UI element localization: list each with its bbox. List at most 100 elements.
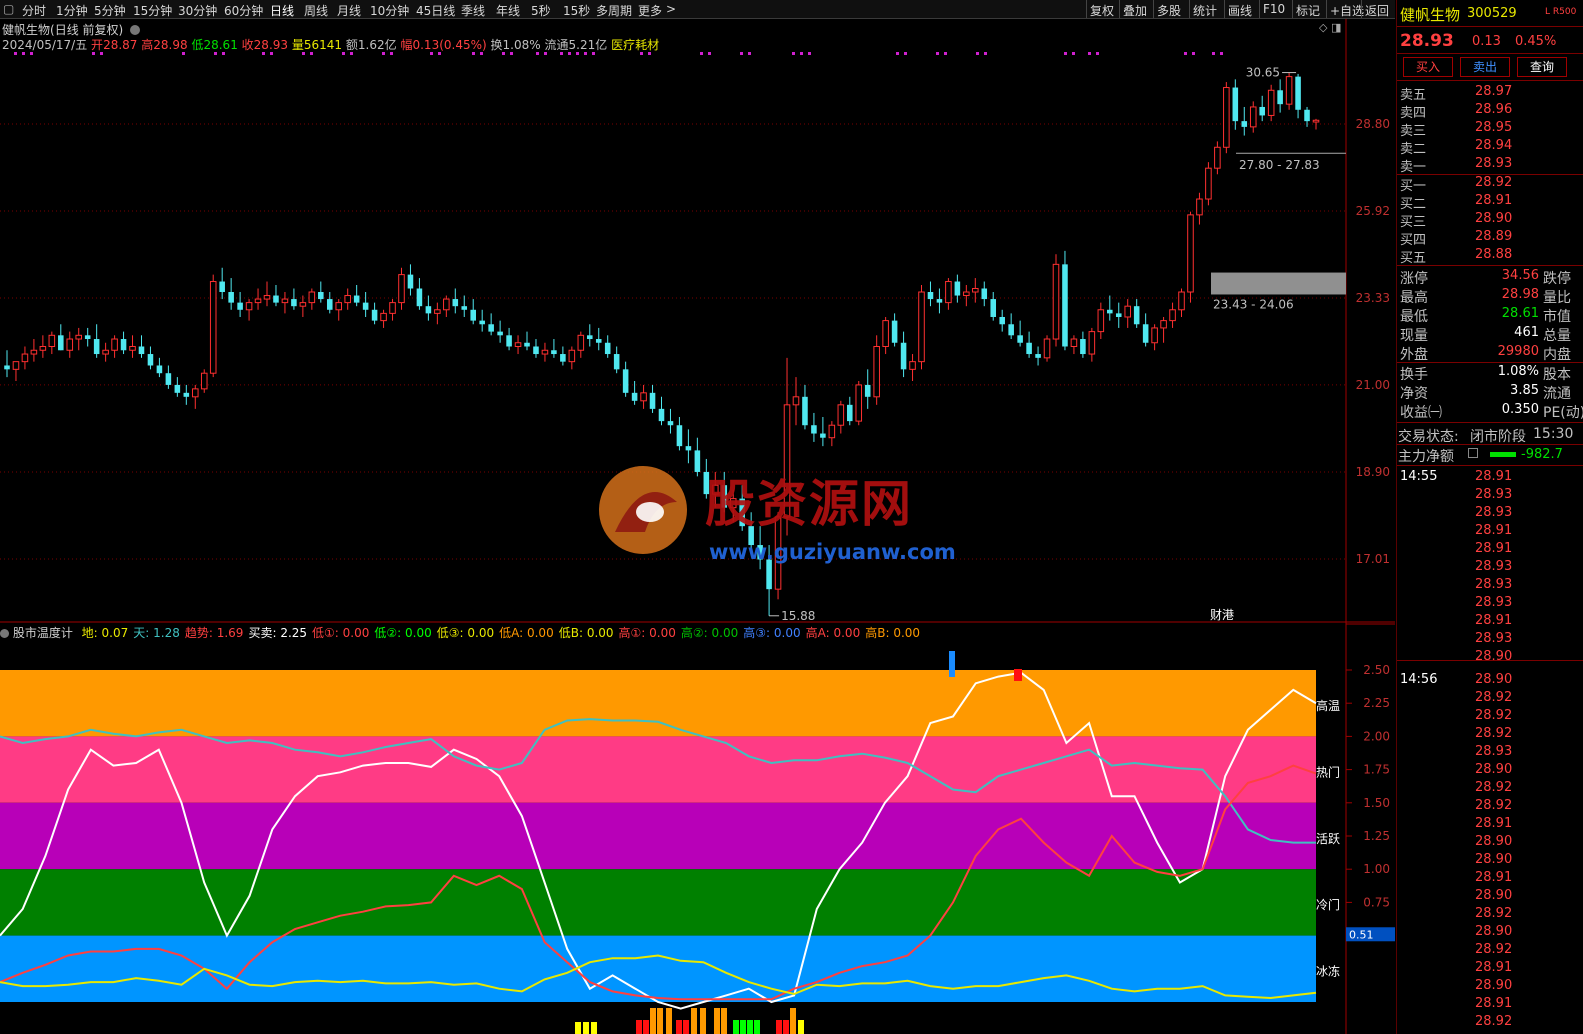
tick-volume-clipped	[1557, 960, 1583, 974]
trade-button-0[interactable]: 买入	[1403, 57, 1453, 77]
signal-dot	[1064, 52, 1067, 55]
candle-body-down	[452, 299, 459, 307]
candle-body-up	[828, 424, 836, 439]
signal-dot	[976, 52, 979, 55]
stat2-value: 3.85	[1510, 383, 1539, 398]
timeframe-tab-0[interactable]: 分时	[22, 2, 46, 19]
candle-body-up	[640, 392, 647, 402]
candle-body-down	[1115, 313, 1122, 317]
stat-value: 28.98	[1501, 287, 1539, 302]
stat-label: 外盘	[1400, 347, 1428, 363]
toolbar-button-1[interactable]: 叠加	[1123, 2, 1147, 19]
timeframe-tab-3[interactable]: 15分钟	[133, 2, 172, 19]
tick-volume-clipped	[1557, 798, 1583, 812]
info-sector[interactable]: 医疗耗材	[611, 38, 659, 52]
signal-bar	[721, 1008, 727, 1034]
chart-area: 28.80 25.92 23.33 21.00 18.90 17.01 高温 热门 活跃 冷门冰…	[0, 19, 1395, 1034]
candle-body-down	[658, 408, 665, 422]
more-arrow-icon[interactable]: >	[666, 2, 676, 16]
indicator-param-value: 0.00	[645, 626, 676, 640]
ind-tick-label: 1.25	[1363, 829, 1390, 843]
candle-body-down	[631, 392, 638, 401]
timeframe-tab-13[interactable]: 5秒	[531, 2, 551, 19]
candle-body-up	[1312, 119, 1320, 123]
candle-body-up	[1285, 76, 1293, 105]
timeframe-tab-2[interactable]: 5分钟	[94, 2, 126, 19]
tick-volume-clipped	[1557, 978, 1583, 992]
signal-bar	[636, 1020, 642, 1034]
zone-label-4: 冰冻	[1316, 964, 1340, 979]
candle-body-up	[1187, 214, 1194, 293]
timeframe-tab-6[interactable]: 日线	[270, 2, 294, 19]
chart-mode: (日线 前复权)	[50, 23, 124, 37]
toolbar-button-8[interactable]: 返回	[1365, 2, 1389, 19]
candle-body-up	[39, 345, 47, 351]
trade-button-1[interactable]: 卖出	[1460, 57, 1510, 77]
indicator-param-label: 高②:	[680, 626, 708, 640]
candle-body-up	[245, 302, 253, 311]
toolbar-button-2[interactable]: 多股	[1157, 2, 1181, 19]
candle-body-up	[792, 396, 800, 406]
timeframe-tab-15[interactable]: 多周期	[596, 2, 632, 19]
candle-body-down	[362, 302, 369, 310]
candle-body-down	[318, 292, 324, 300]
timeframe-tab-9[interactable]: 10分钟	[370, 2, 409, 19]
timeframe-tab-12[interactable]: 年线	[496, 2, 520, 19]
gap-label-1: 27.80 - 27.83	[1239, 158, 1320, 172]
timeframe-tab-4[interactable]: 30分钟	[178, 2, 217, 19]
toolbar-separator	[1361, 0, 1362, 18]
indicator-menu-icon[interactable]	[0, 629, 9, 638]
candle-body-down	[595, 339, 602, 343]
trade-button-2[interactable]: 查询	[1517, 57, 1567, 77]
indicator-param-6: 低③: 0.00	[437, 626, 494, 640]
tick-time: 14:55	[1400, 469, 1438, 484]
layout-icon[interactable]: ▢	[3, 2, 14, 16]
tick-price: 28.91	[1475, 996, 1513, 1011]
indicator-name[interactable]: 股市温度计	[13, 626, 73, 640]
signal-dot	[1220, 52, 1223, 55]
toolbar-button-6[interactable]: 标记	[1296, 2, 1320, 19]
signal-bar	[657, 1008, 663, 1034]
tick-price: 28.93	[1475, 559, 1513, 574]
signal-bar	[676, 1020, 682, 1034]
indicator-param-label: 买卖:	[248, 626, 277, 640]
signal-bar	[714, 1008, 720, 1034]
toolbar-button-5[interactable]: F10	[1263, 2, 1285, 16]
info-low-label: 低	[191, 38, 204, 52]
toolbar-button-7[interactable]: +自选	[1330, 2, 1364, 19]
candle-body-up	[514, 342, 522, 347]
stat2-value: 1.08%	[1497, 364, 1539, 379]
tick-volume-clipped	[1557, 816, 1583, 830]
tick-price: 28.92	[1475, 708, 1513, 723]
diamond-icon[interactable]: ◇	[1319, 21, 1327, 34]
timeframe-tab-1[interactable]: 1分钟	[56, 2, 88, 19]
candle-body-up	[12, 361, 20, 370]
candle-body-down	[999, 316, 1005, 325]
price-tick-label: 21.00	[1356, 378, 1390, 392]
indicator-param-1: 天: 1.28	[133, 626, 180, 640]
timeframe-tab-5[interactable]: 60分钟	[224, 2, 263, 19]
tick-price: 28.92	[1475, 690, 1513, 705]
candle-body-up	[945, 281, 952, 304]
timeframe-tab-10[interactable]: 45日线	[416, 2, 455, 19]
indicator-param-label: 低A:	[499, 626, 524, 640]
indicator-param-value: 0.07	[97, 626, 129, 640]
signal-dot	[896, 52, 899, 55]
indicator-param-11: 高③: 0.00	[743, 626, 800, 640]
timeframe-tab-7[interactable]: 周线	[304, 2, 328, 19]
expand-icon[interactable]: ◨	[1331, 21, 1341, 34]
tick-volume-clipped	[1557, 505, 1583, 519]
toolbar-button-0[interactable]: 复权	[1090, 2, 1114, 19]
toolbar-button-3[interactable]: 统计	[1193, 2, 1217, 19]
timeframe-tab-14[interactable]: 15秒	[563, 2, 590, 19]
chevron-down-icon[interactable]	[130, 25, 141, 35]
tick-price: 28.92	[1475, 1014, 1513, 1029]
tick-price: 28.91	[1475, 816, 1513, 831]
indicator-param-4: 低①: 0.00	[312, 626, 369, 640]
timeframe-tab-11[interactable]: 季线	[461, 2, 485, 19]
tick-volume-clipped	[1557, 708, 1583, 722]
timeframe-tab-8[interactable]: 月线	[337, 2, 361, 19]
timeframe-tab-16[interactable]: 更多	[638, 2, 662, 19]
stat2-label: 收益㈠	[1400, 405, 1442, 421]
toolbar-button-4[interactable]: 画线	[1228, 2, 1252, 19]
